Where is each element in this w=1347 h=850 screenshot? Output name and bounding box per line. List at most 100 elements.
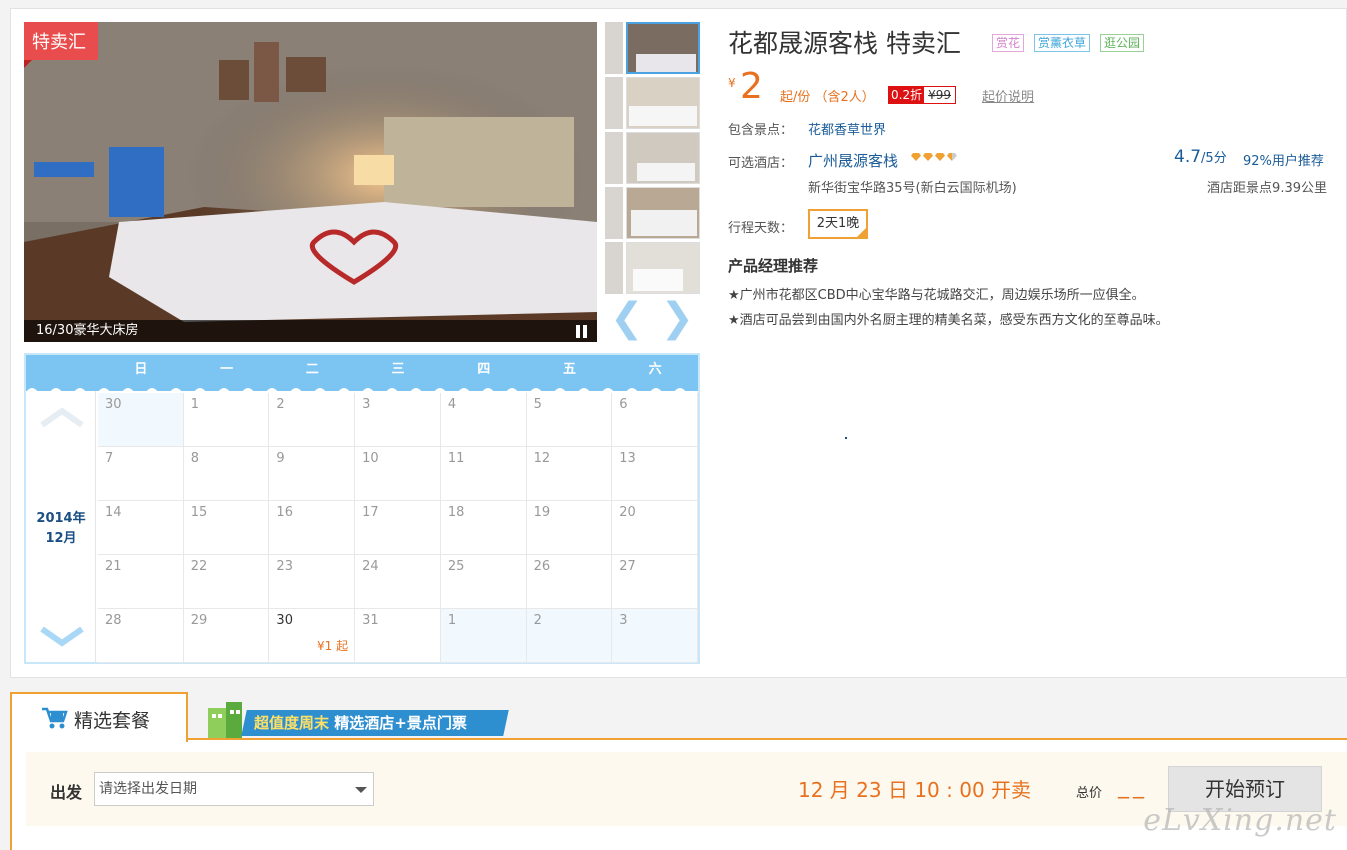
departure-date-select[interactable]: 请选择出发日期 [94, 772, 374, 806]
calendar-day: 3 [612, 609, 698, 663]
banner-subtitle: 精选酒店+景点门票 [334, 714, 467, 732]
main-photo[interactable]: 特卖汇 16/30豪华大床房 [24, 22, 597, 342]
depart-label: 出发 [50, 783, 83, 802]
day-number: 7 [105, 451, 114, 466]
banner-title: 超值度周末 [254, 714, 330, 732]
day-number: 3 [619, 613, 628, 628]
day-number: 17 [362, 505, 379, 520]
hotel-rating-icon [911, 153, 957, 161]
calendar-day: 13 [612, 447, 698, 501]
tag-park[interactable]: 逛公园 [1100, 34, 1145, 52]
thumbnail-edge [605, 242, 623, 294]
hotel-distance: 酒店距景点9.39公里 [1207, 181, 1327, 196]
hotel-name-link[interactable]: 广州晟源客栈 [808, 150, 898, 171]
calendar-day: 4 [440, 393, 527, 447]
hotel-address: 新华街宝华路35号(新白云国际机场) [808, 181, 1017, 196]
prev-month-icon[interactable] [40, 407, 84, 427]
photo-caption-text: 16/30豪华大床房 [36, 323, 139, 338]
weekday-label: 四 [477, 362, 491, 377]
calendar-day[interactable]: 30 ¥1 起 [269, 609, 356, 663]
calendar-day: 12 [526, 447, 613, 501]
prev-arrow-icon[interactable]: ❮ [610, 298, 644, 338]
tab-selected-package[interactable]: 精选套餐 [10, 692, 188, 742]
calendar-day: 29 [183, 609, 270, 663]
dot [845, 437, 847, 439]
tag-flower[interactable]: 赏花 [992, 34, 1025, 52]
gallery-arrows: ❮ ❯ [610, 298, 700, 340]
thumbnail[interactable] [626, 22, 700, 74]
day-number: 27 [619, 559, 636, 574]
weekday-label: 五 [562, 362, 576, 377]
day-number: 25 [447, 559, 465, 574]
original-price: ¥99 [928, 88, 951, 102]
theme-tags: 赏花 赏薰衣草 逛公园 [992, 34, 1145, 52]
day-number: 14 [105, 505, 122, 520]
month-label: 2014年 12月 [26, 509, 96, 549]
calendar-day: 3 [355, 393, 441, 447]
attraction-link[interactable]: 花都香草世界 [808, 119, 886, 138]
thumbnail-edge [605, 22, 623, 74]
thumbnail[interactable] [626, 187, 700, 239]
calendar-day: 16 [269, 501, 356, 555]
calendar-month-nav: 2014年 12月 [26, 391, 96, 662]
price-value: 2 [740, 66, 763, 107]
day-number: 23 [276, 559, 293, 574]
day-number: 5 [533, 397, 542, 412]
product-title: 花都晟源客栈 特卖汇 [728, 29, 961, 58]
day-number: 22 [190, 559, 208, 574]
weekday-label: 六 [648, 362, 662, 377]
tag-lavender[interactable]: 赏薰衣草 [1034, 34, 1091, 52]
month-text: 12月 [45, 531, 77, 546]
price-row: ¥ 2 起/份 （含2人） 0.2折 ¥99 起价说明 [728, 66, 1328, 107]
calendar-day: 14 [98, 501, 184, 555]
hotel-label: 可选酒店： [728, 156, 794, 171]
currency-symbol: ¥ [728, 76, 736, 90]
calendar-day: 10 [355, 447, 441, 501]
page: 特卖汇 16/30豪华大床房 ❮ ❯ 日一二三四五六 2014年 12月 30 … [0, 0, 1347, 850]
thumbnail-edge [605, 132, 623, 184]
weekday-label: 三 [391, 362, 405, 377]
thumbnail-edge [605, 187, 623, 239]
room-photo [24, 22, 597, 342]
day-number: 31 [362, 613, 379, 628]
weekday-label: 日 [134, 362, 148, 377]
day-number: 11 [447, 451, 465, 466]
day-number: 6 [619, 397, 628, 412]
days-option-button[interactable]: 2天1晚 [808, 209, 868, 239]
day-number: 3 [362, 397, 371, 412]
sale-badge: 特卖汇 [24, 22, 98, 68]
weekend-deal-banner[interactable]: 超值度周末 精选酒店+景点门票 [206, 694, 509, 738]
day-number: 1 [190, 397, 199, 412]
banner-text: 超值度周末 精选酒店+景点门票 [254, 712, 467, 733]
thumbnail[interactable] [626, 242, 700, 294]
next-month-icon[interactable] [40, 627, 84, 647]
day-number: 9 [276, 451, 285, 466]
day-number: 1 [447, 613, 457, 628]
calendar-day: 27 [612, 555, 698, 609]
next-arrow-icon[interactable]: ❯ [660, 298, 694, 338]
day-number: 30 [105, 397, 122, 412]
calendar-day: 2 [269, 393, 356, 447]
calendar-day: 1 [183, 393, 270, 447]
sale-start-time: 12 月 23 日 10 : 00 开卖 [798, 778, 1032, 802]
thumbnail[interactable] [626, 132, 700, 184]
calendar-day: 9 [269, 447, 356, 501]
day-number: 8 [190, 451, 199, 466]
weekday-row: 日一二三四五六 [98, 355, 698, 385]
calendar-day: 23 [269, 555, 356, 609]
score-value: 4.7 [1174, 147, 1202, 167]
day-number: 2 [533, 613, 542, 628]
thumbnail[interactable] [626, 77, 700, 129]
calendar-day: 15 [183, 501, 270, 555]
day-number: 15 [190, 505, 208, 520]
calendar-day: 7 [98, 447, 184, 501]
price-explain-link[interactable]: 起价说明 [982, 86, 1034, 105]
calendar-day: 24 [355, 555, 441, 609]
pause-icon[interactable] [575, 325, 589, 338]
calendar-day: 31 [355, 609, 441, 663]
calendar-day: 21 [98, 555, 184, 609]
select-placeholder: 请选择出发日期 [99, 781, 197, 797]
pm-line: ★广州市花都区CBD中心宝华路与花城路交汇，周边娱乐场所一应俱全。 [728, 288, 1145, 303]
thumbnail-edge [605, 77, 623, 129]
price-calendar: 日一二三四五六 2014年 12月 30 1 2 3 4 5 6 7 8 9 10 11 12 13 14 1… [24, 353, 700, 664]
